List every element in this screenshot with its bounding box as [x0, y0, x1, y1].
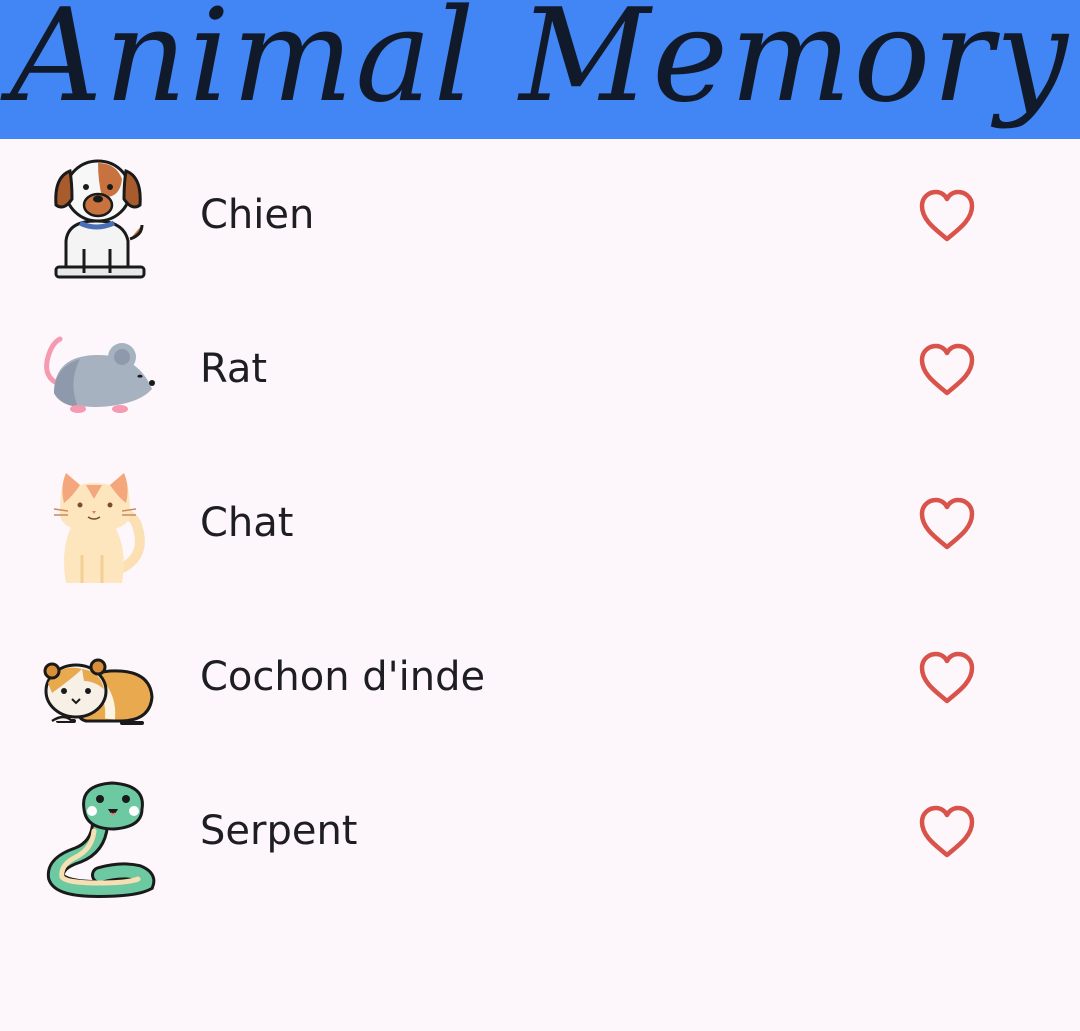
app-title: Animal Memory — [10, 0, 1070, 131]
animal-name: Cochon d'inde — [200, 654, 486, 700]
heart-outline-icon — [919, 805, 975, 858]
list-item-rat[interactable]: Rat — [0, 293, 1080, 447]
favorite-button[interactable] — [906, 641, 988, 715]
animal-name: Chat — [200, 500, 294, 546]
guinea-pig-icon — [38, 611, 158, 745]
favorite-button[interactable] — [906, 179, 988, 253]
favorite-button[interactable] — [906, 333, 988, 407]
heart-outline-icon — [919, 343, 975, 396]
heart-outline-icon — [919, 651, 975, 704]
rat-icon — [38, 303, 158, 437]
cat-icon — [38, 457, 158, 591]
dog-icon — [38, 149, 158, 283]
favorite-button[interactable] — [906, 487, 988, 561]
heart-outline-icon — [919, 497, 975, 550]
list-item-cochon-dinde[interactable]: Cochon d'inde — [0, 601, 1080, 755]
animal-name: Chien — [200, 192, 315, 238]
snake-icon — [38, 765, 158, 899]
list-item-chien[interactable]: Chien — [0, 139, 1080, 293]
favorite-button[interactable] — [906, 795, 988, 869]
app-bar: Animal Memory — [0, 0, 1080, 139]
list-item-chat[interactable]: Chat — [0, 447, 1080, 601]
list-item-serpent[interactable]: Serpent — [0, 755, 1080, 909]
animal-list: Chien Rat Chat Cochon d'inde Serpent — [0, 139, 1080, 909]
animal-name: Serpent — [200, 808, 358, 854]
animal-name: Rat — [200, 346, 268, 392]
heart-outline-icon — [919, 189, 975, 242]
